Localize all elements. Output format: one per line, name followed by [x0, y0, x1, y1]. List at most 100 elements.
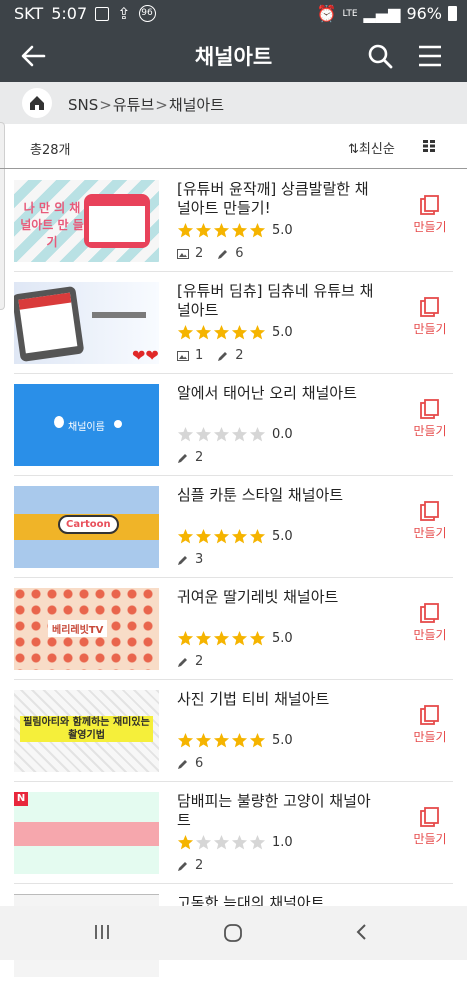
rating: 0.0 — [177, 426, 293, 443]
item-stats: 1 2 — [177, 348, 258, 363]
star-empty-icon — [213, 426, 230, 442]
make-button[interactable]: 만들기 — [410, 806, 450, 847]
list-item[interactable]: 나 만 의 채널아트 만 들 기 [유튜버 윤작깨] 상큼발랄한 채널아트 만들… — [0, 170, 467, 272]
home-nav-icon[interactable] — [222, 922, 244, 944]
item-title[interactable]: 심플 카툰 스타일 채널아트 — [177, 486, 377, 505]
alarm-icon: ⏰ — [316, 4, 337, 23]
back-nav-icon[interactable] — [352, 922, 372, 942]
copy-icon — [420, 195, 439, 215]
star-filled-icon — [213, 732, 230, 748]
breadcrumb: SNS>유튜브>채널아트 — [0, 82, 467, 124]
rating-value: 0.0 — [272, 427, 293, 442]
make-label: 만들기 — [413, 220, 447, 234]
star-filled-icon — [249, 732, 266, 748]
item-stats: 3 — [177, 552, 217, 567]
item-title[interactable]: 알에서 태어난 오리 채널아트 — [177, 384, 377, 403]
edit-count: 6 — [195, 756, 204, 771]
make-button[interactable]: 만들기 — [410, 296, 450, 337]
edit-count: 3 — [195, 552, 204, 567]
item-title[interactable]: 담배피는 불량한 고양이 채널아트 — [177, 792, 377, 830]
list-item[interactable]: N 담배피는 불량한 고양이 채널아트 1.0 2 만들기 — [0, 782, 467, 884]
gallery-notification-icon — [95, 6, 110, 21]
grid-view-icon[interactable] — [423, 140, 435, 152]
thumbnail[interactable]: 베리레빗TV — [14, 588, 159, 670]
copy-icon — [420, 807, 439, 827]
make-button[interactable]: 만들기 — [410, 398, 450, 439]
star-filled-icon — [231, 732, 248, 748]
carrier-label: SKT — [14, 4, 44, 23]
star-empty-icon — [195, 426, 212, 442]
rating: 5.0 — [177, 630, 293, 647]
thumbnail[interactable]: 채널이름 — [14, 384, 159, 466]
thumbnail[interactable]: ❤❤ — [14, 282, 159, 364]
rating-value: 5.0 — [272, 733, 293, 748]
rating-value: 5.0 — [272, 223, 293, 238]
make-button[interactable]: 만들기 — [410, 704, 450, 745]
star-filled-icon — [195, 528, 212, 544]
image-icon — [177, 248, 189, 259]
rating: 5.0 — [177, 732, 293, 749]
thumbnail[interactable]: 나 만 의 채널아트 만 들 기 — [14, 180, 159, 262]
star-filled-icon — [177, 834, 194, 850]
item-stats: 2 — [177, 450, 217, 465]
star-empty-icon — [195, 834, 212, 850]
breadcrumb-separator: > — [155, 96, 168, 114]
signal-icon: ▂▄▆ — [363, 4, 401, 23]
star-filled-icon — [249, 630, 266, 646]
copy-icon — [420, 399, 439, 419]
breadcrumb-separator: > — [99, 96, 112, 114]
list-item[interactable]: ❤❤ [유튜버 딤츄] 딤츄네 유튜브 채널아트 5.0 1 2 만들기 — [0, 272, 467, 374]
system-nav-bar — [0, 906, 467, 960]
item-title[interactable]: [유튜버 딤츄] 딤츄네 유튜브 채널아트 — [177, 282, 377, 320]
breadcrumb-youtube[interactable]: 유튜브 — [113, 96, 154, 114]
list-item[interactable]: 필림아티와 함께하는 재미있는촬영기법 사진 기법 티비 채널아트 5.0 6 … — [0, 680, 467, 782]
home-icon — [30, 96, 44, 110]
list-item[interactable]: Cartoon 심플 카툰 스타일 채널아트 5.0 3 만들기 — [0, 476, 467, 578]
edit-count: 2 — [195, 858, 204, 873]
rating: 5.0 — [177, 222, 293, 239]
star-empty-icon — [249, 834, 266, 850]
make-button[interactable]: 만들기 — [410, 602, 450, 643]
thumbnail-text: 베리레빗TV — [48, 620, 108, 637]
star-filled-icon — [213, 528, 230, 544]
breadcrumb-channel-art[interactable]: 채널아트 — [169, 96, 224, 114]
star-rating — [177, 528, 266, 545]
make-label: 만들기 — [413, 322, 447, 336]
pencil-icon — [178, 759, 187, 769]
thumbnail[interactable]: Cartoon — [14, 486, 159, 568]
menu-icon[interactable] — [412, 38, 448, 74]
home-button[interactable] — [22, 88, 52, 118]
make-button[interactable]: 만들기 — [410, 194, 450, 235]
status-bar: SKT 5:07 ⇪ 96 ⏰ LTE ▂▄▆ 96% — [0, 0, 467, 28]
search-icon[interactable] — [362, 38, 398, 74]
star-filled-icon — [231, 324, 248, 340]
rating: 5.0 — [177, 528, 293, 545]
star-filled-icon — [231, 222, 248, 238]
image-count: 2 — [195, 246, 204, 261]
breadcrumb-sns[interactable]: SNS — [68, 96, 98, 114]
star-filled-icon — [195, 222, 212, 238]
star-rating — [177, 426, 266, 443]
list-item[interactable]: 베리레빗TV 귀여운 딸기레빗 채널아트 5.0 2 만들기 — [0, 578, 467, 680]
star-rating — [177, 630, 266, 647]
thumbnail[interactable]: 필림아티와 함께하는 재미있는촬영기법 — [14, 690, 159, 772]
item-title[interactable]: 사진 기법 티비 채널아트 — [177, 690, 377, 709]
make-button[interactable]: 만들기 — [410, 500, 450, 541]
item-title[interactable]: [유튜버 윤작깨] 상큼발랄한 채널아트 만들기! — [177, 180, 377, 218]
star-filled-icon — [177, 222, 194, 238]
star-filled-icon — [195, 732, 212, 748]
star-filled-icon — [213, 630, 230, 646]
edit-count: 2 — [195, 654, 204, 669]
list-item[interactable]: 채널이름 알에서 태어난 오리 채널아트 0.0 2 만들기 — [0, 374, 467, 476]
rating-value: 5.0 — [272, 631, 293, 646]
thumbnail-text: 나 만 의 채널아트 만 들 기 — [20, 201, 84, 249]
copy-icon — [420, 705, 439, 725]
image-icon — [177, 350, 189, 361]
recent-apps-icon[interactable] — [92, 922, 112, 942]
item-title[interactable]: 귀여운 딸기레빗 채널아트 — [177, 588, 377, 607]
sort-button[interactable]: ⇅최신순 — [348, 138, 395, 157]
thumbnail-text: 채널이름 — [68, 422, 105, 433]
pencil-icon — [218, 351, 228, 361]
thumbnail[interactable]: N — [14, 792, 159, 874]
star-filled-icon — [249, 222, 266, 238]
